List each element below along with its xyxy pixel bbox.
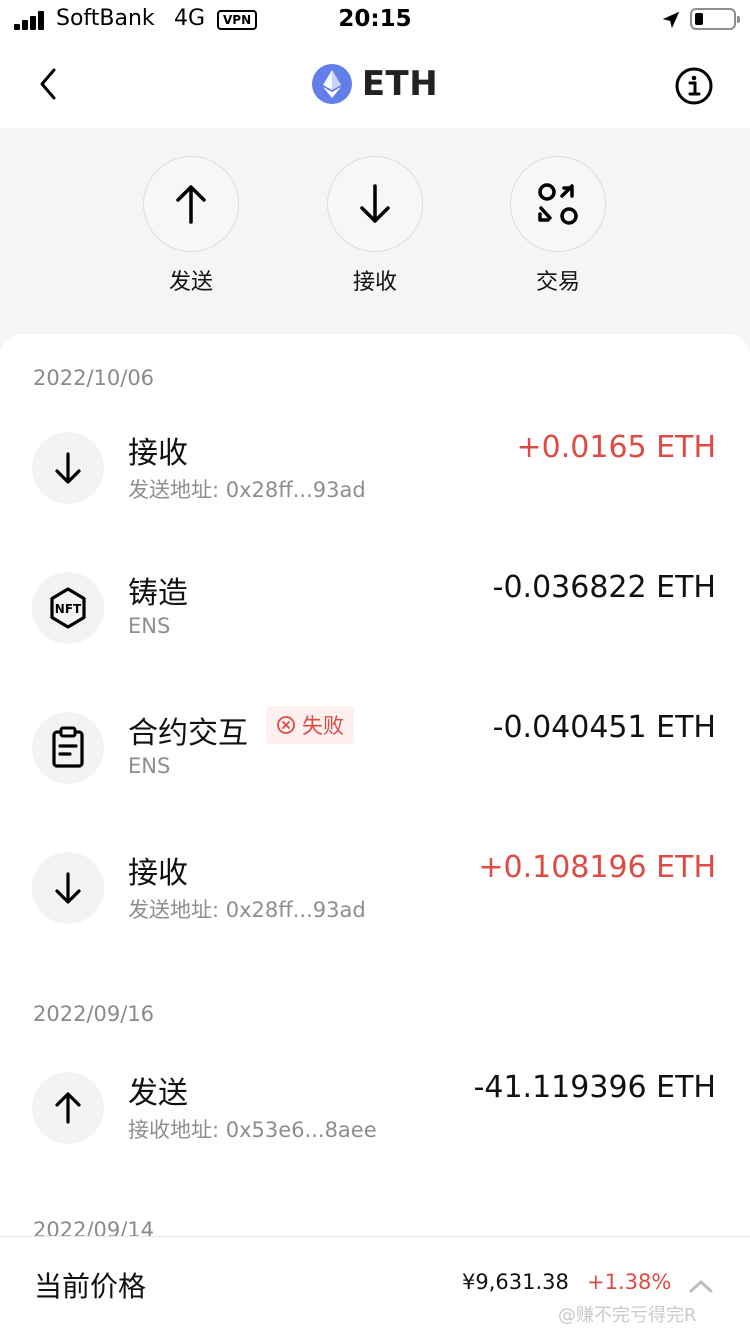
svg-text:NFT: NFT: [55, 602, 82, 616]
status-time: 20:15: [338, 6, 412, 32]
tx-type: 合约交互: [128, 716, 248, 751]
battery-icon: [690, 8, 740, 30]
tx-address: ENS: [128, 754, 171, 778]
arrow-up-icon: [55, 1092, 81, 1124]
current-price: ¥9,631.38: [462, 1270, 569, 1294]
date-header: 2022/09/16: [33, 1002, 155, 1026]
arrow-down-icon: [55, 452, 81, 484]
tx-address: 发送地址: 0x28ff...93ad: [128, 898, 366, 922]
transaction-list[interactable]: 2022/10/06 接收 发送地址: 0x28ff...93ad +0.016…: [0, 334, 750, 1236]
receive-button-circle[interactable]: [327, 156, 423, 252]
tx-amount: +0.108196 ETH: [478, 850, 716, 885]
tx-amount: -41.119396 ETH: [473, 1070, 716, 1105]
watermark: @赚不完亏得完R: [558, 1305, 697, 1326]
tx-icon: [32, 1072, 104, 1144]
receive-button-label: 接收: [352, 270, 397, 295]
transaction-row[interactable]: 发送 接收地址: 0x53e6...8aee -41.119396 ETH: [0, 1070, 750, 1172]
transaction-row[interactable]: 接收 发送地址: 0x28ff...93ad +0.108196 ETH: [0, 850, 750, 952]
swap-icon: [538, 183, 578, 225]
current-price-label: 当前价格: [34, 1270, 147, 1303]
chevron-up-icon[interactable]: [686, 1271, 716, 1301]
tx-type: 接收: [128, 856, 188, 891]
price-change-percent: +1.38%: [587, 1270, 672, 1294]
info-circle-icon[interactable]: [674, 66, 714, 106]
clipboard-icon: [52, 726, 84, 768]
page-title: ETH: [361, 64, 439, 104]
tx-type: 发送: [128, 1076, 188, 1111]
arrow-down-icon: [360, 184, 390, 223]
date-header: 2022/09/14: [33, 1218, 155, 1236]
tx-amount: -0.036822 ETH: [492, 570, 716, 605]
status-bar: SoftBank 4G VPN 20:15: [0, 0, 750, 40]
tx-type: 接收: [128, 436, 188, 471]
trade-button[interactable]: 交易: [498, 156, 618, 296]
action-bar: 发送 接收 交易: [0, 128, 750, 338]
transaction-row[interactable]: NFT 铸造 ENS -0.036822 ETH: [0, 570, 750, 672]
tx-icon: [32, 712, 104, 784]
transaction-row[interactable]: 接收 发送地址: 0x28ff...93ad +0.0165 ETH: [0, 430, 750, 532]
tx-icon: [32, 852, 104, 924]
tx-icon: NFT: [32, 572, 104, 644]
ethereum-logo-icon: [311, 64, 352, 104]
location-arrow-icon: [662, 11, 680, 29]
transaction-row[interactable]: 合约交互 失败 ENS -0.040451 ETH: [0, 706, 750, 812]
tx-address: 接收地址: 0x53e6...8aee: [128, 1118, 377, 1142]
nft-icon: NFT: [50, 587, 86, 629]
tx-address: 发送地址: 0x28ff...93ad: [128, 478, 366, 502]
tx-icon: [32, 432, 104, 504]
send-button[interactable]: 发送: [131, 156, 251, 296]
close-circle-icon: [277, 716, 295, 734]
send-button-label: 发送: [168, 270, 213, 295]
tx-address: ENS: [128, 614, 171, 638]
date-header: 2022/10/06: [33, 366, 155, 390]
tx-amount: +0.0165 ETH: [516, 430, 716, 465]
send-button-circle[interactable]: [143, 156, 239, 252]
arrow-up-icon: [176, 185, 206, 224]
receive-button[interactable]: 接收: [315, 156, 435, 296]
tx-type: 铸造: [128, 576, 188, 611]
trade-button-circle[interactable]: [510, 156, 606, 252]
tx-amount: -0.040451 ETH: [492, 710, 716, 745]
failed-status-badge: 失败: [266, 706, 354, 744]
page-title-group: ETH: [0, 62, 750, 106]
price-bar[interactable]: 当前价格 ¥9,631.38 +1.38% @赚不完亏得完R: [0, 1236, 750, 1334]
failed-status-label: 失败: [302, 714, 344, 738]
nav-bar: ETH: [0, 40, 750, 128]
trade-button-label: 交易: [535, 270, 580, 295]
arrow-down-icon: [55, 872, 81, 904]
